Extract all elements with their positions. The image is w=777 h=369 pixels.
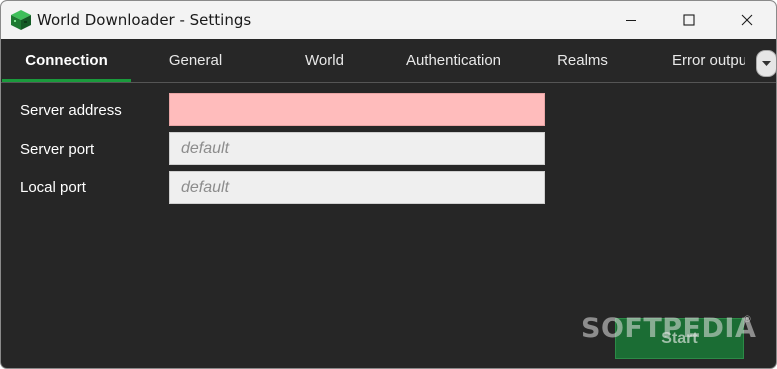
minimize-button[interactable] (602, 1, 660, 39)
tab-error-output[interactable]: Error outpu (658, 39, 745, 82)
tab-scroll-button[interactable] (756, 50, 776, 77)
settings-window: World Downloader - Settings Connection G… (0, 0, 777, 369)
server-port-label: Server port (20, 141, 95, 158)
server-address-label: Server address (20, 102, 122, 119)
close-button[interactable] (718, 1, 776, 39)
tab-general[interactable]: General (131, 39, 260, 82)
softpedia-watermark: SOFTPEDIA (581, 313, 757, 344)
tab-authentication[interactable]: Authentication (389, 39, 518, 82)
chevron-down-icon (762, 60, 771, 66)
tab-connection[interactable]: Connection (2, 39, 131, 82)
tab-realms[interactable]: Realms (518, 39, 647, 82)
maximize-button[interactable] (660, 1, 718, 39)
server-port-input[interactable] (169, 132, 545, 165)
server-address-input[interactable] (169, 93, 545, 126)
local-port-label: Local port (20, 179, 86, 196)
maximize-icon (683, 14, 695, 26)
tab-divider (1, 82, 776, 83)
minimize-icon (626, 20, 636, 21)
tab-world[interactable]: World (260, 39, 389, 82)
title-bar[interactable]: World Downloader - Settings (1, 1, 776, 39)
active-tab-indicator (2, 79, 131, 82)
registered-mark: ® (744, 314, 751, 324)
local-port-input[interactable] (169, 171, 545, 204)
window-title: World Downloader - Settings (37, 11, 252, 29)
minecraft-block-icon (11, 10, 31, 30)
close-icon (741, 14, 753, 26)
